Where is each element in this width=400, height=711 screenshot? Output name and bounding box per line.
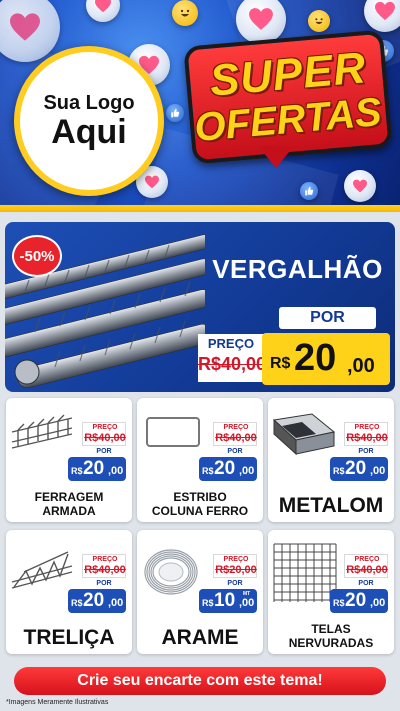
discount-badge: -50% [12, 235, 62, 277]
product-card: PREÇO R$20,00 POR R$ 10,00 MT ARAME [137, 530, 263, 654]
like-icon [305, 186, 314, 196]
new-price: R$ 10,00 MT [199, 589, 257, 613]
new-price: R$ 20,00 [68, 457, 126, 481]
product-name: METALOM [278, 494, 384, 517]
super-ofertas-badge: SUPER OFERTAS [183, 29, 393, 170]
laugh-bubble [308, 10, 330, 32]
heart-icon [375, 1, 395, 21]
featured-price: R$ 20 ,00 [262, 333, 390, 385]
new-price: R$ 20,00 [199, 457, 257, 481]
hero-banner: Sua Logo Aqui SUPER OFERTAS [0, 0, 400, 212]
por-label: POR [344, 447, 388, 456]
product-card: PREÇO R$40,00 POR R$ 20,00 TRELIÇA [6, 530, 132, 654]
product-card: PREÇO R$40,00 POR R$ 20,00 FERRAGEM ARMADA [6, 398, 132, 522]
price-integer: 20 [294, 337, 337, 379]
featured-product-name: VERGALHÃO [212, 254, 383, 284]
preco-label: PREÇO [354, 424, 380, 431]
trelica-image [11, 551, 73, 589]
telas-image [273, 543, 337, 602]
por-label: POR [213, 579, 257, 588]
product-name: TELAS NERVURADAS [288, 622, 374, 650]
product-name: ARAME [161, 626, 239, 649]
like-bubble [166, 104, 184, 122]
old-price: R$40,00 [346, 432, 388, 444]
por-label: POR [82, 447, 126, 456]
heart-icon [145, 175, 159, 189]
preco-label: PREÇO [354, 556, 380, 563]
price-unit: MT [243, 591, 251, 597]
old-price: R$40,00 [215, 432, 257, 444]
price-currency: R$ [270, 355, 291, 372]
preco-label: PREÇO [92, 424, 118, 431]
por-label: POR [213, 447, 257, 456]
por-label: POR [344, 579, 388, 588]
por-label: POR [279, 307, 376, 329]
logo-line-1: Sua Logo [43, 91, 135, 114]
heart-icon [10, 13, 40, 41]
flyer: Sua Logo Aqui SUPER OFERTAS -50% VERGALH… [0, 0, 400, 711]
product-card: PREÇO R$40,00 POR R$ 20,00 ESTRIBO COLUNA … [137, 398, 263, 522]
hero-yellow-strip [0, 205, 400, 212]
featured-old-price-box: PREÇO R$40,00 [198, 334, 267, 382]
new-price: R$ 20,00 [330, 589, 388, 613]
preco-label: PREÇO [92, 556, 118, 563]
por-label: POR [82, 579, 126, 588]
logo-placeholder: Sua Logo Aqui [14, 46, 164, 196]
laugh-icon [180, 9, 190, 17]
like-bubble [300, 182, 318, 200]
ferragem-armada-image [11, 414, 73, 449]
metalom-image [272, 413, 336, 456]
product-card: PREÇO R$40,00 POR R$ 20,00 METALOM [268, 398, 394, 522]
cta-button[interactable]: Crie seu encarte com este tema! [14, 667, 386, 695]
price-decimal: ,00 [347, 355, 375, 377]
old-price: R$40,00 [346, 564, 388, 576]
old-price: R$20,00 [215, 564, 257, 576]
arame-image [144, 549, 198, 595]
laugh-bubble [172, 0, 198, 26]
laugh-icon [315, 18, 323, 25]
product-name: TRELIÇA [23, 626, 115, 649]
preco-label: PREÇO [207, 336, 255, 351]
estribo-image [146, 417, 200, 447]
heart-bubble [86, 0, 120, 22]
heart-icon [249, 8, 273, 30]
old-price: R$40,00 [84, 432, 126, 444]
heart-icon [95, 0, 111, 13]
disclaimer: *Imagens Meramente Ilustrativas [6, 699, 109, 706]
product-name: ESTRIBO COLUNA FERRO [151, 490, 249, 518]
heart-bubble [0, 0, 60, 62]
old-price: R$40,00 [198, 354, 267, 374]
logo-line-2: Aqui [51, 112, 127, 151]
preco-label: PREÇO [223, 556, 249, 563]
like-icon [171, 108, 180, 118]
product-name: FERRAGEM ARMADA [34, 490, 104, 518]
heart-icon [353, 179, 367, 193]
new-price: R$ 20,00 [330, 457, 388, 481]
old-price: R$40,00 [84, 564, 126, 576]
new-price: R$ 20,00 [68, 589, 126, 613]
heart-bubble [344, 170, 376, 202]
product-card: PREÇO R$40,00 POR R$ 20,00 TELAS NERVURADA… [268, 530, 394, 654]
preco-label: PREÇO [223, 424, 249, 431]
